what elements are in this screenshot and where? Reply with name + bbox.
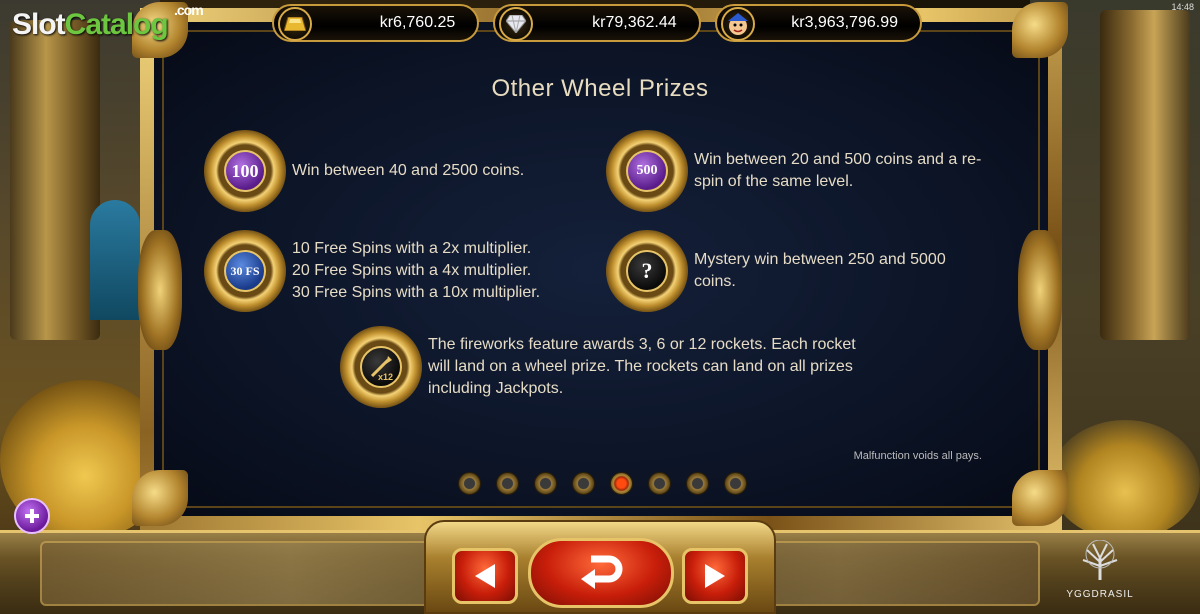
side-ornament — [1018, 230, 1062, 350]
mystery-medal: ? — [606, 230, 688, 312]
diamond-icon — [499, 7, 534, 41]
prize-description: 10 Free Spins with a 2x multiplier. 20 F… — [292, 238, 592, 304]
page-dot-5-active[interactable] — [610, 472, 633, 495]
prize-description: Win between 40 and 2500 coins. — [292, 162, 525, 179]
page-title: Other Wheel Prizes — [491, 75, 709, 102]
malfunction-notice: Malfunction voids all pays. — [853, 450, 982, 462]
rocket-icon: x12 — [360, 346, 402, 388]
prize-item: ? Mystery win between 250 and 5000 coins… — [606, 230, 984, 312]
medal-symbol: 30 FS — [224, 250, 266, 292]
provider-name: YGGDRASIL — [1066, 589, 1134, 600]
prize-description: Win between 20 and 500 coins and a re-sp… — [694, 151, 982, 190]
jackpot-mini: kr6,760.25 — [272, 4, 480, 42]
page-dot-3[interactable] — [534, 472, 557, 495]
jackpot-value: kr79,362.44 — [592, 14, 677, 31]
medal-symbol: 100 — [224, 150, 266, 192]
yggdrasil-logo: YGGDRASIL — [1060, 539, 1140, 600]
stone-pillar — [1100, 10, 1190, 340]
plus-button[interactable] — [14, 498, 50, 534]
page-dot-6[interactable] — [648, 472, 671, 495]
prize-item: x12 The fireworks feature awards 3, 6 or… — [340, 326, 858, 408]
page-dot-7[interactable] — [686, 472, 709, 495]
arrow-right-icon — [705, 564, 725, 588]
coin-100-medal: 100 — [204, 130, 286, 212]
arched-window — [90, 200, 140, 320]
jackpot-value: kr3,963,796.99 — [791, 14, 898, 31]
coin-500-medal: 500 — [606, 130, 688, 212]
corner-ornament — [132, 470, 188, 526]
prize-line: 20 Free Spins with a 4x multiplier. — [292, 262, 532, 279]
prize-item: 500 Win between 20 and 500 coins and a r… — [606, 130, 984, 212]
return-arrow-icon — [581, 555, 623, 589]
prize-line: 30 Free Spins with a 10x multiplier. — [292, 284, 541, 301]
pagination — [458, 472, 747, 495]
clock: 14:48 — [1171, 2, 1194, 12]
gold-coin-pile — [1050, 420, 1200, 540]
jackpot-grand: kr3,963,796.99 — [714, 4, 922, 42]
stone-pillar — [10, 20, 100, 340]
next-page-button[interactable] — [682, 548, 748, 604]
medal-symbol: 500 — [626, 150, 668, 192]
jackpot-value: kr6,760.25 — [379, 14, 456, 31]
jester-face-icon — [720, 7, 755, 41]
corner-ornament — [1012, 2, 1068, 58]
previous-page-button[interactable] — [452, 548, 518, 604]
prize-item: 100 Win between 40 and 2500 coins. — [204, 130, 592, 212]
page-dot-4[interactable] — [572, 472, 595, 495]
prize-item: 30 FS 10 Free Spins with a 2x multiplier… — [204, 230, 592, 312]
rocket-count: x12 — [378, 372, 393, 382]
page-dot-8[interactable] — [724, 472, 747, 495]
slotcatalog-watermark: SlotCatalog .com — [12, 2, 204, 41]
side-ornament — [138, 230, 182, 350]
corner-ornament — [1012, 470, 1068, 526]
prize-line: 10 Free Spins with a 2x multiplier. — [292, 240, 532, 257]
jackpot-bar: kr6,760.25 kr79,362.44 kr3,963,796.99 — [272, 4, 922, 44]
question-mark-icon: ? — [626, 250, 668, 292]
fireworks-medal: x12 — [340, 326, 422, 408]
jackpot-major: kr79,362.44 — [493, 4, 701, 42]
free-spins-medal: 30 FS — [204, 230, 286, 312]
prize-description: Mystery win between 250 and 5000 coins. — [694, 251, 946, 290]
return-to-game-button[interactable] — [528, 538, 674, 608]
arrow-left-icon — [475, 564, 495, 588]
plus-icon — [25, 509, 39, 523]
prize-description: The fireworks feature awards 3, 6 or 12 … — [428, 336, 856, 397]
page-dot-2[interactable] — [496, 472, 519, 495]
tree-icon — [1082, 539, 1118, 580]
gold-bar-icon — [278, 7, 312, 41]
page-dot-1[interactable] — [458, 472, 481, 495]
